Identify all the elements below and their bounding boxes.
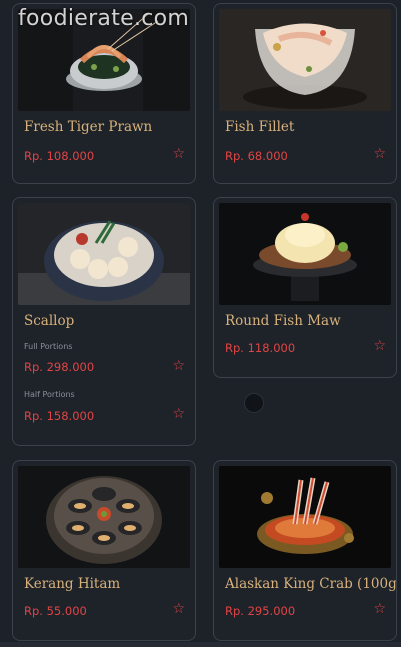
star-outline-icon[interactable]: ☆: [172, 147, 185, 161]
star-outline-icon[interactable]: ☆: [373, 339, 386, 353]
star-outline-icon[interactable]: ☆: [172, 407, 185, 421]
dish-name: Fresh Tiger Prawn: [24, 119, 153, 135]
dish-photo: [18, 466, 190, 568]
bottom-divider: [0, 642, 401, 647]
dish-name: Scallop: [24, 313, 75, 329]
star-outline-icon[interactable]: ☆: [172, 602, 185, 616]
star-outline-icon[interactable]: ☆: [172, 359, 185, 373]
dish-name: Round Fish Maw: [225, 313, 341, 329]
dish-name: Fish Fillet: [225, 119, 295, 135]
dish-name: Kerang Hitam: [24, 576, 121, 592]
dish-photo: [219, 203, 391, 305]
dish-photo: [18, 203, 190, 305]
watermark: foodierate.com: [18, 6, 190, 31]
dish-price: Rp. 68.000: [225, 149, 288, 163]
dish-photo: [219, 9, 391, 111]
star-outline-icon[interactable]: ☆: [373, 147, 386, 161]
dish-price: Rp. 118.000: [225, 341, 296, 355]
star-outline-icon[interactable]: ☆: [373, 602, 386, 616]
dish-price: Rp. 295.000: [225, 604, 296, 618]
dish-price: Rp. 55.000: [24, 604, 87, 618]
menu-card-round-fish-maw[interactable]: Round Fish Maw Rp. 118.000 ☆: [213, 197, 397, 378]
dish-photo: [219, 466, 391, 568]
portion-label-full: Full Portions: [24, 342, 73, 351]
dish-price: Rp. 108.000: [24, 149, 95, 163]
menu-card-fish-fillet[interactable]: Fish Fillet Rp. 68.000 ☆: [213, 3, 397, 184]
menu-card-scallop[interactable]: Scallop Full Portions Rp. 298.000 ☆ Half…: [12, 197, 196, 446]
portion-label-half: Half Portions: [24, 390, 75, 399]
menu-card-kerang-hitam[interactable]: Kerang Hitam Rp. 55.000 ☆: [12, 460, 196, 641]
dish-price-full: Rp. 298.000: [24, 360, 95, 374]
menu-card-alaskan-king-crab[interactable]: Alaskan King Crab (100gr) Rp. 295.000 ☆: [213, 460, 397, 641]
dish-price-half: Rp. 158.000: [24, 409, 95, 423]
scroll-indicator-dot[interactable]: [244, 393, 264, 413]
dish-name: Alaskan King Crab (100gr): [225, 576, 397, 592]
